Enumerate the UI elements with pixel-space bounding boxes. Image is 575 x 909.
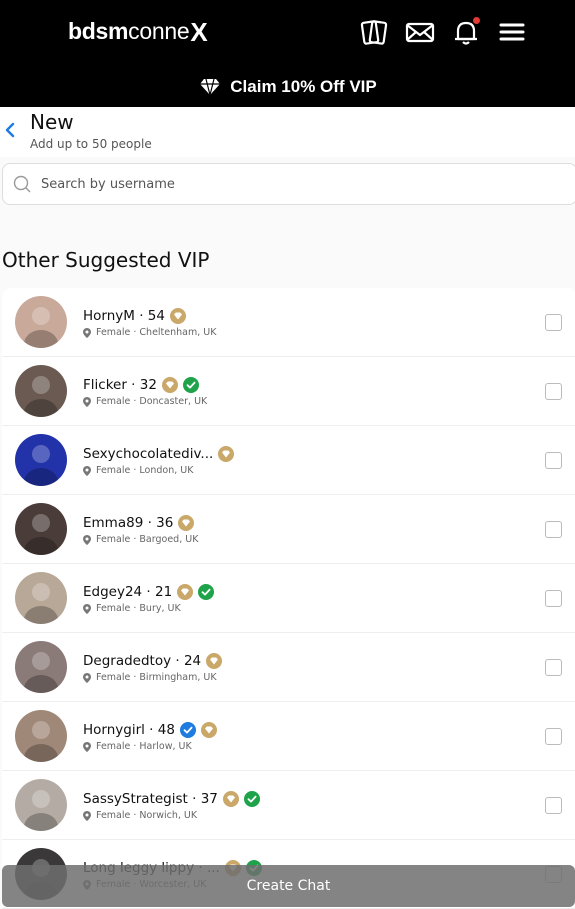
user-location: Female · Doncaster, UK — [96, 396, 208, 407]
app-logo[interactable]: bdsm conne X — [68, 16, 208, 47]
user-location-line: Female · Bargoed, UK — [83, 534, 198, 545]
user-row[interactable]: Degradedtoy · 24 Female · Birmingham, UK — [2, 633, 575, 702]
user-location-line: Female · Harlow, UK — [83, 741, 192, 752]
page-title: New — [30, 110, 74, 134]
user-location-line: Female · Birmingham, UK — [83, 672, 217, 683]
avatar — [15, 710, 67, 762]
menu-icon[interactable] — [496, 16, 528, 48]
user-name-line: Hornygirl · 48 — [83, 722, 217, 738]
user-name-line: Degradedtoy · 24 — [83, 653, 223, 669]
vip-badge-icon — [206, 653, 223, 669]
user-row[interactable]: Flicker · 32 Female · Doncaster, UK — [2, 357, 575, 426]
user-name-line: Edgey24 · 21 — [83, 584, 215, 600]
suggested-user-list: HornyM · 54 Female · Cheltenham, UK Flicke… — [2, 288, 575, 909]
select-checkbox[interactable] — [545, 521, 562, 538]
select-checkbox[interactable] — [545, 590, 562, 607]
vip-promo-banner[interactable]: Claim 10% Off VIP — [0, 66, 575, 107]
section-heading: Other Suggested VIP — [2, 248, 210, 272]
search-box — [2, 163, 575, 205]
user-name: Sexychocolatediv... — [83, 446, 214, 462]
create-chat-button[interactable]: Create Chat — [2, 865, 575, 907]
user-name-line: Emma89 · 36 — [83, 515, 195, 531]
user-location: Female · London, UK — [96, 465, 194, 476]
top-nav-bar: bdsm conne X — [0, 0, 575, 66]
cards-icon[interactable] — [358, 16, 390, 48]
select-checkbox[interactable] — [545, 728, 562, 745]
user-name-line: Sexychocolatediv... — [83, 446, 235, 462]
mail-icon[interactable] — [404, 16, 436, 48]
user-name-line: HornyM · 54 — [83, 308, 186, 324]
logo-light-text: conne — [128, 18, 190, 44]
user-location-line: Female · Bury, UK — [83, 603, 181, 614]
user-row[interactable]: Hornygirl · 48 Female · Harlow, UK — [2, 702, 575, 771]
page-subtitle: Add up to 50 people — [30, 137, 152, 151]
avatar — [15, 365, 67, 417]
location-pin-icon — [83, 465, 91, 476]
search-input[interactable] — [41, 176, 521, 192]
verified-blue-badge-icon — [179, 722, 196, 738]
location-pin-icon — [83, 672, 91, 683]
select-checkbox[interactable] — [545, 659, 562, 676]
location-pin-icon — [83, 327, 91, 338]
verified-green-badge-icon — [243, 791, 260, 807]
location-pin-icon — [83, 534, 91, 545]
user-location-line: Female · Norwich, UK — [83, 810, 197, 821]
user-location-line: Female · London, UK — [83, 465, 193, 476]
user-location: Female · Birmingham, UK — [96, 672, 217, 683]
notification-dot — [473, 17, 480, 24]
user-location: Female · Norwich, UK — [96, 810, 198, 821]
location-pin-icon — [83, 810, 91, 821]
vip-badge-icon — [200, 722, 217, 738]
user-location: Female · Bargoed, UK — [96, 534, 199, 545]
location-pin-icon — [83, 396, 91, 407]
select-checkbox[interactable] — [545, 383, 562, 400]
logo-bold-text: bdsm — [68, 18, 129, 44]
user-row[interactable]: Edgey24 · 21 Female · Bury, UK — [2, 564, 575, 633]
avatar — [15, 779, 67, 831]
bell-icon[interactable] — [450, 16, 482, 48]
avatar — [15, 296, 67, 348]
user-name-line: Flicker · 32 — [83, 377, 199, 393]
logo-x-text: X — [190, 16, 208, 47]
user-row[interactable]: Sexychocolatediv... Female · London, UK — [2, 426, 575, 495]
avatar — [15, 641, 67, 693]
user-location: Female · Bury, UK — [96, 603, 181, 614]
user-name: Emma89 · 36 — [83, 515, 174, 531]
location-pin-icon — [83, 603, 91, 614]
avatar — [15, 434, 67, 486]
select-checkbox[interactable] — [545, 314, 562, 331]
avatar — [15, 572, 67, 624]
user-row[interactable]: HornyM · 54 Female · Cheltenham, UK — [2, 288, 575, 357]
user-location: Female · Harlow, UK — [96, 741, 192, 752]
vip-badge-icon — [161, 377, 178, 393]
user-name-line: SassyStrategist · 37 — [83, 791, 260, 807]
vip-badge-icon — [169, 308, 186, 324]
vip-badge-icon — [177, 584, 194, 600]
vip-badge-icon — [218, 446, 235, 462]
user-name: SassyStrategist · 37 — [83, 791, 218, 807]
vip-badge-icon — [178, 515, 195, 531]
select-checkbox[interactable] — [545, 452, 562, 469]
user-name: HornyM · 54 — [83, 308, 165, 324]
back-chevron-icon[interactable] — [3, 121, 17, 139]
location-pin-icon — [83, 741, 91, 752]
user-location: Female · Cheltenham, UK — [96, 327, 217, 338]
user-name: Hornygirl · 48 — [83, 722, 175, 738]
search-icon — [13, 175, 31, 193]
avatar — [15, 503, 67, 555]
verified-green-badge-icon — [182, 377, 199, 393]
verified-green-badge-icon — [198, 584, 215, 600]
user-location-line: Female · Doncaster, UK — [83, 396, 207, 407]
user-name: Degradedtoy · 24 — [83, 653, 202, 669]
user-name: Edgey24 · 21 — [83, 584, 173, 600]
select-checkbox[interactable] — [545, 797, 562, 814]
chat-subheader: New Add up to 50 people — [0, 107, 575, 157]
user-row[interactable]: Emma89 · 36 Female · Bargoed, UK — [2, 495, 575, 564]
user-name: Flicker · 32 — [83, 377, 157, 393]
diamond-icon — [200, 78, 221, 95]
vip-badge-icon — [222, 791, 239, 807]
user-location-line: Female · Cheltenham, UK — [83, 327, 216, 338]
promo-label: Claim 10% Off VIP — [230, 76, 377, 96]
user-row[interactable]: SassyStrategist · 37 Female · Norwich, UK — [2, 771, 575, 840]
